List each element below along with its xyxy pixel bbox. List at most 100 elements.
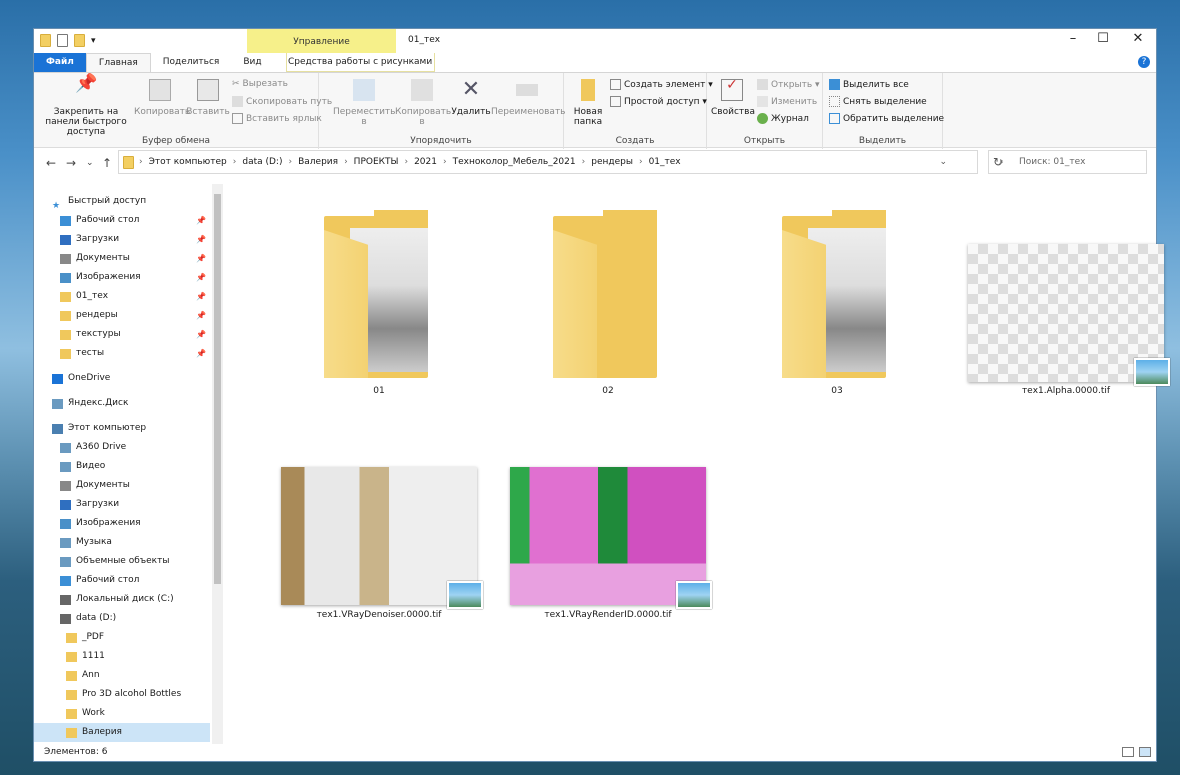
invert-selection-button[interactable]: Обратить выделение (829, 113, 944, 124)
tab-share[interactable]: Поделиться (151, 53, 232, 72)
pin-icon: 📌 (196, 330, 206, 339)
nav-item[interactable]: OneDrive (34, 369, 210, 388)
folder-icon (66, 708, 77, 719)
copy-to-button[interactable]: Копировать в (395, 79, 451, 127)
history-button[interactable]: Журнал (757, 113, 809, 124)
breadcrumb-separator-icon[interactable]: › (139, 157, 143, 167)
breadcrumb-item[interactable]: Этот компьютер (149, 157, 227, 167)
nav-item[interactable]: Яндекс.Диск (34, 394, 210, 413)
nav-item[interactable]: Документы 📌 (34, 249, 210, 268)
nav-item[interactable]: Локальный диск (C:) (34, 590, 210, 609)
nav-item[interactable]: Изображения (34, 514, 210, 533)
breadcrumb-separator-icon[interactable]: › (344, 157, 348, 167)
nav-item[interactable]: data (D:) (34, 609, 210, 628)
copy-path-button[interactable]: Скопировать путь (232, 96, 332, 107)
image-file-item[interactable]: тех1.VRayDenoiser.0000.tif (279, 467, 483, 677)
folder-item[interactable]: 03 (737, 204, 937, 414)
manage-context-tab[interactable]: Управление (247, 29, 396, 53)
select-all-button[interactable]: Выделить все (829, 79, 909, 90)
image-file-item[interactable]: тех1.Alpha.0000.tif (966, 204, 1170, 414)
close-button[interactable]: ✕ (1123, 31, 1153, 46)
nav-item[interactable]: рендеры 📌 (34, 306, 210, 325)
folder-item[interactable]: 02 (508, 204, 708, 414)
nav-item[interactable]: ★ Быстрый доступ (34, 192, 210, 211)
paste-shortcut-button[interactable]: Вставить ярлык (232, 113, 322, 124)
breadcrumb-separator-icon[interactable]: › (582, 157, 586, 167)
nav-item[interactable]: 1111 (34, 647, 210, 666)
nav-item[interactable]: Загрузки (34, 495, 210, 514)
details-view-icon[interactable] (1122, 747, 1134, 757)
cut-button[interactable]: ✂ Вырезать (232, 79, 288, 89)
nav-item[interactable]: Work (34, 704, 210, 723)
search-input[interactable]: ⌕ Поиск: 01_тех (988, 150, 1147, 174)
nav-item[interactable]: Видео (34, 457, 210, 476)
breadcrumb-separator-icon[interactable]: › (404, 157, 408, 167)
breadcrumb-item[interactable]: 01_тех (649, 157, 681, 167)
breadcrumb-separator-icon[interactable]: › (288, 157, 292, 167)
tab-picture-tools[interactable]: Средства работы с рисунками (285, 53, 435, 72)
nav-item[interactable]: Рабочий стол 📌 (34, 211, 210, 230)
breadcrumb-item[interactable]: ПРОЕКТЫ (354, 157, 399, 167)
help-icon[interactable]: ? (1138, 56, 1150, 68)
properties-icon[interactable] (57, 34, 68, 47)
properties-button[interactable]: ✓ Свойства (711, 78, 755, 117)
image-file-item[interactable]: тех1.VRayRenderID.0000.tif (508, 467, 712, 677)
maximize-button[interactable]: ☐ (1088, 31, 1118, 46)
forward-arrow-icon[interactable]: → (66, 156, 76, 170)
nav-item-label: Рабочий стол (76, 215, 140, 225)
nav-item[interactable]: Pro 3D alcohol Bottles (34, 685, 210, 704)
paste-button[interactable]: Вставить (186, 79, 230, 117)
breadcrumb-item[interactable]: Валерия (298, 157, 338, 167)
nav-item[interactable]: _PDF (34, 628, 210, 647)
breadcrumb-separator-icon[interactable]: › (639, 157, 643, 167)
folder-item[interactable]: 01 (279, 204, 479, 414)
nav-item[interactable]: 01_тех 📌 (34, 287, 210, 306)
move-to-button[interactable]: Переместить в (333, 79, 395, 127)
large-icons-view-icon[interactable] (1139, 747, 1151, 757)
new-folder-button[interactable]: Новая папка (570, 79, 606, 127)
nav-item[interactable]: Изображения 📌 (34, 268, 210, 287)
open-button[interactable]: Открыть ▾ (757, 79, 820, 90)
tab-view[interactable]: Вид (231, 53, 273, 72)
nav-item[interactable]: тесты 📌 (34, 344, 210, 363)
clipboard-icon (197, 79, 219, 101)
customize-chevron-icon[interactable]: ▾ (91, 36, 96, 46)
easy-access-button[interactable]: Простой доступ ▾ (610, 96, 707, 107)
breadcrumb-item[interactable]: 2021 (414, 157, 437, 167)
pin-quick-access-button[interactable]: 📌 Закрепить на панели быстрого доступа (38, 75, 134, 138)
nav-scrollbar[interactable] (212, 184, 223, 744)
address-bar[interactable]: ⌄ ↻ › Этот компьютер › data (D:) › Валерия › ПР… (118, 150, 1003, 174)
nav-item[interactable]: Ann (34, 666, 210, 685)
recent-chevron-icon[interactable]: ⌄ (86, 158, 94, 168)
nav-item[interactable]: Рабочий стол (34, 571, 210, 590)
nav-item[interactable]: Объемные объекты (34, 552, 210, 571)
tab-file[interactable]: Файл (34, 53, 86, 72)
copy-button[interactable]: Копировать (134, 79, 190, 117)
delete-button[interactable]: ✕ Удалить (451, 79, 491, 118)
nav-item[interactable]: Загрузки 📌 (34, 230, 210, 249)
breadcrumb-item[interactable]: Техноколор_Мебель_2021 (453, 157, 576, 167)
edit-button[interactable]: Изменить (757, 96, 817, 107)
up-arrow-icon[interactable]: ↑ (102, 156, 112, 170)
breadcrumb-separator-icon[interactable]: › (443, 157, 447, 167)
nav-item[interactable]: Валерия (34, 723, 210, 742)
address-dropdown-icon[interactable]: ⌄ (939, 157, 947, 167)
breadcrumb-item[interactable]: рендеры (591, 157, 633, 167)
tab-home[interactable]: Главная (85, 53, 151, 72)
new-item-button[interactable]: Создать элемент ▾ (610, 79, 713, 90)
copy-path-icon (232, 96, 243, 107)
rename-button[interactable]: Переименовать (491, 79, 566, 117)
new-folder-icon[interactable] (74, 34, 85, 47)
nav-item[interactable]: текстуры 📌 (34, 325, 210, 344)
breadcrumb-separator-icon[interactable]: › (233, 157, 237, 167)
nav-item[interactable]: A360 Drive (34, 438, 210, 457)
minimize-button[interactable]: – (1058, 31, 1088, 46)
back-arrow-icon[interactable]: ← (46, 156, 56, 170)
scrollbar-thumb[interactable] (214, 194, 221, 584)
nav-item[interactable]: Документы (34, 476, 210, 495)
nav-item[interactable]: Музыка (34, 533, 210, 552)
nav-item[interactable]: Этот компьютер (34, 419, 210, 438)
breadcrumb-item[interactable]: data (D:) (242, 157, 282, 167)
select-none-button[interactable]: Снять выделение (829, 96, 927, 107)
file-name: тех1.Alpha.0000.tif (1021, 386, 1111, 396)
